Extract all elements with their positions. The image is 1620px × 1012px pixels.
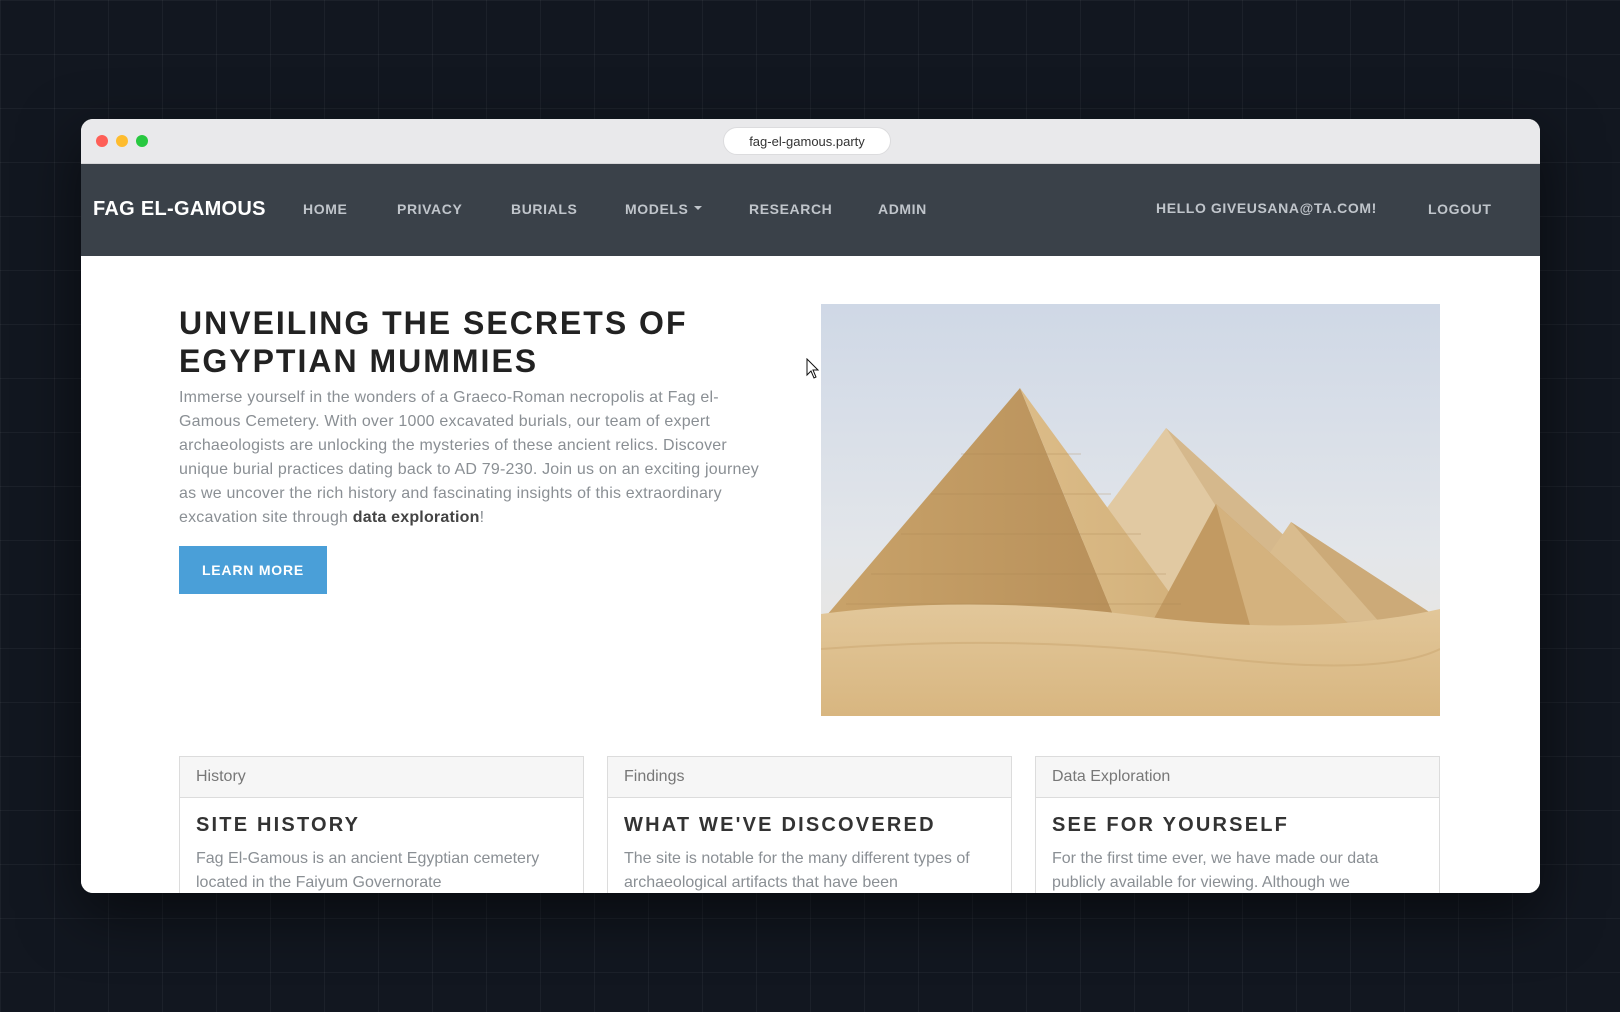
nav-research[interactable]: RESEARCH — [749, 201, 832, 217]
hero-description: Immerse yourself in the wonders of a Gra… — [179, 386, 779, 530]
browser-titlebar: fag-el-gamous.party — [81, 119, 1540, 164]
user-greeting: HELLO GIVEUSANA@TA.COM! — [1156, 200, 1377, 216]
nav-models-label: MODELS — [625, 201, 689, 217]
card-header: Findings — [608, 757, 1011, 798]
history-card: History SITE HISTORY Fag El-Gamous is an… — [179, 756, 584, 893]
hero-description-text: Immerse yourself in the wonders of a Gra… — [179, 389, 759, 526]
card-text: For the first time ever, we have made ou… — [1052, 850, 1379, 891]
card-title: SEE FOR YOURSELF — [1052, 814, 1290, 836]
card-text: The site is notable for the many differe… — [624, 850, 970, 891]
card-header: History — [180, 757, 583, 798]
caret-down-icon — [693, 206, 702, 211]
nav-home[interactable]: HOME — [303, 201, 347, 217]
data-exploration-card: Data Exploration SEE FOR YOURSELF For th… — [1035, 756, 1440, 893]
address-bar[interactable]: fag-el-gamous.party — [723, 127, 891, 155]
card-header: Data Exploration — [1036, 757, 1439, 798]
card-title: SITE HISTORY — [196, 814, 361, 836]
site-brand[interactable]: FAG EL-GAMOUS — [93, 198, 266, 221]
nav-logout[interactable]: LOGOUT — [1428, 201, 1491, 217]
data-exploration-link[interactable]: data exploration — [353, 509, 480, 526]
card-title: WHAT WE'VE DISCOVERED — [624, 814, 936, 836]
learn-more-button[interactable]: LEARN MORE — [179, 546, 327, 594]
hero-title: UNVEILING THE SECRETS OF EGYPTIAN MUMMIE… — [179, 305, 688, 379]
site-navbar: FAG EL-GAMOUS HOME PRIVACY BURIALS MODEL… — [81, 164, 1540, 256]
nav-burials[interactable]: BURIALS — [511, 201, 577, 217]
nav-privacy[interactable]: PRIVACY — [397, 201, 462, 217]
maximize-window-button[interactable] — [136, 135, 148, 147]
browser-window: fag-el-gamous.party FAG EL-GAMOUS HOME P… — [81, 119, 1540, 893]
card-text: Fag El-Gamous is an ancient Egyptian cem… — [196, 850, 540, 891]
page-content: UNVEILING THE SECRETS OF EGYPTIAN MUMMIE… — [81, 256, 1540, 893]
close-window-button[interactable] — [96, 135, 108, 147]
hero-description-end: ! — [479, 509, 485, 526]
findings-card: Findings WHAT WE'VE DISCOVERED The site … — [607, 756, 1012, 893]
pyramids-image — [821, 304, 1440, 716]
minimize-window-button[interactable] — [116, 135, 128, 147]
window-controls — [96, 135, 148, 147]
nav-admin[interactable]: ADMIN — [878, 201, 927, 217]
nav-models-dropdown[interactable]: MODELS — [625, 201, 702, 217]
mouse-cursor-icon — [806, 358, 820, 379]
